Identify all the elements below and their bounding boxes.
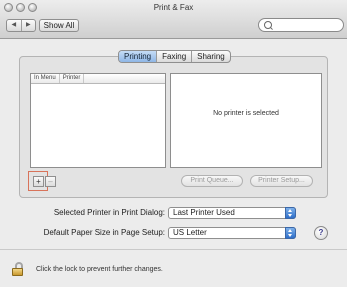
lock-hint-text: Click the lock to prevent further change… xyxy=(36,266,163,273)
printer-list[interactable]: In Menu Printer xyxy=(30,73,166,168)
back-button[interactable]: ◀ xyxy=(7,20,22,31)
paper-size-label: Default Paper Size in Page Setup: xyxy=(43,228,165,237)
print-fax-window: Print & Fax ◀ ▶ Show All Printing Faxing… xyxy=(0,0,347,287)
selected-printer-popup[interactable]: Last Printer Used xyxy=(168,207,296,219)
tab-printing[interactable]: Printing xyxy=(119,51,158,62)
window-title: Print & Fax xyxy=(153,3,194,12)
lock-icon[interactable] xyxy=(12,262,25,276)
show-all-button[interactable]: Show All xyxy=(39,19,79,32)
printer-setup-button[interactable]: Printer Setup... xyxy=(250,175,313,187)
column-printer[interactable]: Printer xyxy=(60,74,85,83)
title-bar: Print & Fax ◀ ▶ Show All xyxy=(0,0,347,39)
no-printer-message: No printer is selected xyxy=(213,110,279,117)
selected-printer-value: Last Printer Used xyxy=(173,208,235,217)
back-forward-control: ◀ ▶ xyxy=(6,19,36,32)
search-icon xyxy=(264,21,272,29)
bottom-separator xyxy=(0,249,347,250)
popup-arrows-icon xyxy=(285,227,296,239)
add-printer-button[interactable]: + xyxy=(33,176,44,187)
printer-list-header: In Menu Printer xyxy=(31,74,165,84)
popup-arrows-icon xyxy=(285,207,296,219)
lock-body xyxy=(12,268,23,276)
tab-bar: Printing Faxing Sharing xyxy=(118,50,231,63)
printer-detail-pane: No printer is selected xyxy=(170,73,322,168)
search-input[interactable] xyxy=(258,18,344,32)
remove-printer-button[interactable]: – xyxy=(45,176,56,187)
column-in-menu[interactable]: In Menu xyxy=(31,74,60,83)
paper-size-value: US Letter xyxy=(173,228,207,237)
tab-sharing[interactable]: Sharing xyxy=(192,51,230,62)
paper-size-popup[interactable]: US Letter xyxy=(168,227,296,239)
selected-printer-label: Selected Printer in Print Dialog: xyxy=(53,208,165,217)
help-button[interactable]: ? xyxy=(314,226,328,240)
forward-button[interactable]: ▶ xyxy=(22,20,36,31)
print-queue-button[interactable]: Print Queue... xyxy=(181,175,243,187)
tab-faxing[interactable]: Faxing xyxy=(157,51,193,62)
